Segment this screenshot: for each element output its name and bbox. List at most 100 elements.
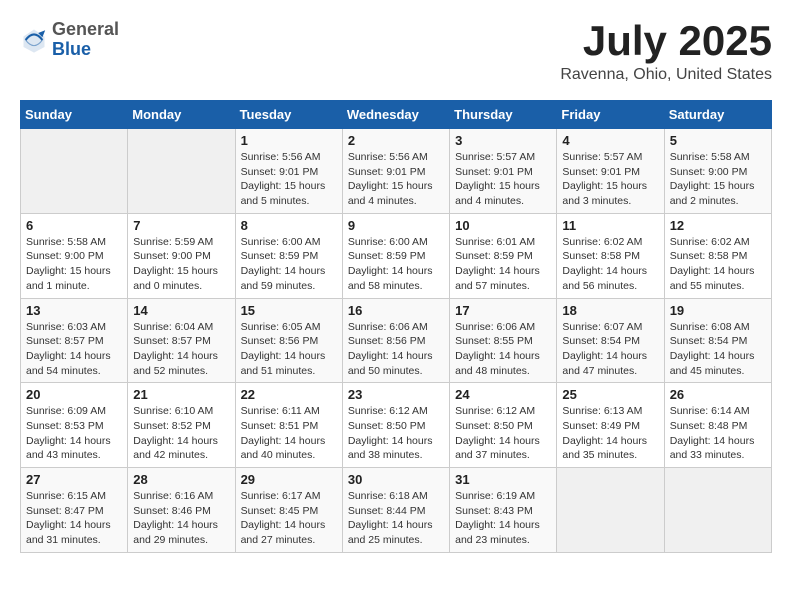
day-info: Sunrise: 6:17 AM Sunset: 8:45 PM Dayligh… [241, 489, 337, 548]
day-info: Sunrise: 5:56 AM Sunset: 9:01 PM Dayligh… [348, 150, 444, 209]
logo-blue-text: Blue [52, 40, 119, 60]
calendar-week-5: 27 Sunrise: 6:15 AM Sunset: 8:47 PM Dayl… [21, 468, 772, 553]
day-number: 10 [455, 218, 551, 233]
calendar-cell: 19 Sunrise: 6:08 AM Sunset: 8:54 PM Dayl… [664, 298, 771, 383]
day-number: 29 [241, 472, 337, 487]
weekday-header-friday: Friday [557, 101, 664, 129]
day-info: Sunrise: 6:06 AM Sunset: 8:55 PM Dayligh… [455, 320, 551, 379]
calendar-cell: 25 Sunrise: 6:13 AM Sunset: 8:49 PM Dayl… [557, 383, 664, 468]
calendar-cell [21, 129, 128, 214]
day-number: 2 [348, 133, 444, 148]
calendar-cell: 6 Sunrise: 5:58 AM Sunset: 9:00 PM Dayli… [21, 213, 128, 298]
day-number: 13 [26, 303, 122, 318]
day-info: Sunrise: 6:05 AM Sunset: 8:56 PM Dayligh… [241, 320, 337, 379]
calendar-week-1: 1 Sunrise: 5:56 AM Sunset: 9:01 PM Dayli… [21, 129, 772, 214]
calendar-cell: 20 Sunrise: 6:09 AM Sunset: 8:53 PM Dayl… [21, 383, 128, 468]
title-block: July 2025 Ravenna, Ohio, United States [560, 20, 772, 84]
day-info: Sunrise: 6:02 AM Sunset: 8:58 PM Dayligh… [562, 235, 658, 294]
day-info: Sunrise: 6:00 AM Sunset: 8:59 PM Dayligh… [348, 235, 444, 294]
day-info: Sunrise: 6:14 AM Sunset: 8:48 PM Dayligh… [670, 404, 766, 463]
weekday-header-row: SundayMondayTuesdayWednesdayThursdayFrid… [21, 101, 772, 129]
day-number: 20 [26, 387, 122, 402]
calendar-cell: 28 Sunrise: 6:16 AM Sunset: 8:46 PM Dayl… [128, 468, 235, 553]
day-info: Sunrise: 6:03 AM Sunset: 8:57 PM Dayligh… [26, 320, 122, 379]
day-info: Sunrise: 6:13 AM Sunset: 8:49 PM Dayligh… [562, 404, 658, 463]
calendar-cell: 13 Sunrise: 6:03 AM Sunset: 8:57 PM Dayl… [21, 298, 128, 383]
day-info: Sunrise: 6:00 AM Sunset: 8:59 PM Dayligh… [241, 235, 337, 294]
weekday-header-saturday: Saturday [664, 101, 771, 129]
calendar-week-2: 6 Sunrise: 5:58 AM Sunset: 9:00 PM Dayli… [21, 213, 772, 298]
calendar-cell: 31 Sunrise: 6:19 AM Sunset: 8:43 PM Dayl… [450, 468, 557, 553]
day-number: 1 [241, 133, 337, 148]
calendar-cell: 1 Sunrise: 5:56 AM Sunset: 9:01 PM Dayli… [235, 129, 342, 214]
day-number: 31 [455, 472, 551, 487]
day-info: Sunrise: 5:59 AM Sunset: 9:00 PM Dayligh… [133, 235, 229, 294]
day-number: 26 [670, 387, 766, 402]
day-number: 16 [348, 303, 444, 318]
calendar-table: SundayMondayTuesdayWednesdayThursdayFrid… [20, 100, 772, 553]
calendar-cell: 8 Sunrise: 6:00 AM Sunset: 8:59 PM Dayli… [235, 213, 342, 298]
month-year-title: July 2025 [560, 20, 772, 62]
day-number: 21 [133, 387, 229, 402]
weekday-header-tuesday: Tuesday [235, 101, 342, 129]
day-info: Sunrise: 6:10 AM Sunset: 8:52 PM Dayligh… [133, 404, 229, 463]
weekday-header-sunday: Sunday [21, 101, 128, 129]
calendar-cell: 17 Sunrise: 6:06 AM Sunset: 8:55 PM Dayl… [450, 298, 557, 383]
calendar-cell: 14 Sunrise: 6:04 AM Sunset: 8:57 PM Dayl… [128, 298, 235, 383]
day-number: 15 [241, 303, 337, 318]
calendar-cell: 21 Sunrise: 6:10 AM Sunset: 8:52 PM Dayl… [128, 383, 235, 468]
calendar-cell: 23 Sunrise: 6:12 AM Sunset: 8:50 PM Dayl… [342, 383, 449, 468]
day-number: 9 [348, 218, 444, 233]
calendar-cell: 10 Sunrise: 6:01 AM Sunset: 8:59 PM Dayl… [450, 213, 557, 298]
day-info: Sunrise: 6:12 AM Sunset: 8:50 PM Dayligh… [455, 404, 551, 463]
logo-icon [20, 26, 48, 54]
day-info: Sunrise: 6:06 AM Sunset: 8:56 PM Dayligh… [348, 320, 444, 379]
day-number: 19 [670, 303, 766, 318]
day-info: Sunrise: 6:01 AM Sunset: 8:59 PM Dayligh… [455, 235, 551, 294]
calendar-cell: 11 Sunrise: 6:02 AM Sunset: 8:58 PM Dayl… [557, 213, 664, 298]
day-info: Sunrise: 5:57 AM Sunset: 9:01 PM Dayligh… [562, 150, 658, 209]
weekday-header-wednesday: Wednesday [342, 101, 449, 129]
day-number: 5 [670, 133, 766, 148]
calendar-cell [128, 129, 235, 214]
calendar-cell: 3 Sunrise: 5:57 AM Sunset: 9:01 PM Dayli… [450, 129, 557, 214]
day-info: Sunrise: 6:15 AM Sunset: 8:47 PM Dayligh… [26, 489, 122, 548]
calendar-cell: 4 Sunrise: 5:57 AM Sunset: 9:01 PM Dayli… [557, 129, 664, 214]
calendar-cell: 26 Sunrise: 6:14 AM Sunset: 8:48 PM Dayl… [664, 383, 771, 468]
day-number: 8 [241, 218, 337, 233]
day-info: Sunrise: 6:07 AM Sunset: 8:54 PM Dayligh… [562, 320, 658, 379]
location-subtitle: Ravenna, Ohio, United States [560, 66, 772, 84]
day-number: 18 [562, 303, 658, 318]
day-number: 17 [455, 303, 551, 318]
day-info: Sunrise: 5:56 AM Sunset: 9:01 PM Dayligh… [241, 150, 337, 209]
day-info: Sunrise: 5:58 AM Sunset: 9:00 PM Dayligh… [26, 235, 122, 294]
calendar-cell: 2 Sunrise: 5:56 AM Sunset: 9:01 PM Dayli… [342, 129, 449, 214]
day-info: Sunrise: 6:11 AM Sunset: 8:51 PM Dayligh… [241, 404, 337, 463]
day-number: 11 [562, 218, 658, 233]
page-header: General Blue July 2025 Ravenna, Ohio, Un… [20, 20, 772, 84]
weekday-header-monday: Monday [128, 101, 235, 129]
day-number: 22 [241, 387, 337, 402]
calendar-cell: 24 Sunrise: 6:12 AM Sunset: 8:50 PM Dayl… [450, 383, 557, 468]
calendar-week-3: 13 Sunrise: 6:03 AM Sunset: 8:57 PM Dayl… [21, 298, 772, 383]
logo-text: General Blue [52, 20, 119, 60]
day-info: Sunrise: 6:18 AM Sunset: 8:44 PM Dayligh… [348, 489, 444, 548]
calendar-cell: 12 Sunrise: 6:02 AM Sunset: 8:58 PM Dayl… [664, 213, 771, 298]
calendar-week-4: 20 Sunrise: 6:09 AM Sunset: 8:53 PM Dayl… [21, 383, 772, 468]
day-number: 14 [133, 303, 229, 318]
day-info: Sunrise: 6:04 AM Sunset: 8:57 PM Dayligh… [133, 320, 229, 379]
calendar-cell: 15 Sunrise: 6:05 AM Sunset: 8:56 PM Dayl… [235, 298, 342, 383]
day-info: Sunrise: 6:16 AM Sunset: 8:46 PM Dayligh… [133, 489, 229, 548]
day-number: 7 [133, 218, 229, 233]
day-number: 6 [26, 218, 122, 233]
day-info: Sunrise: 6:09 AM Sunset: 8:53 PM Dayligh… [26, 404, 122, 463]
day-number: 30 [348, 472, 444, 487]
calendar-cell: 29 Sunrise: 6:17 AM Sunset: 8:45 PM Dayl… [235, 468, 342, 553]
calendar-cell: 9 Sunrise: 6:00 AM Sunset: 8:59 PM Dayli… [342, 213, 449, 298]
day-info: Sunrise: 6:12 AM Sunset: 8:50 PM Dayligh… [348, 404, 444, 463]
day-info: Sunrise: 5:58 AM Sunset: 9:00 PM Dayligh… [670, 150, 766, 209]
day-number: 24 [455, 387, 551, 402]
day-info: Sunrise: 6:08 AM Sunset: 8:54 PM Dayligh… [670, 320, 766, 379]
day-number: 25 [562, 387, 658, 402]
calendar-cell [664, 468, 771, 553]
